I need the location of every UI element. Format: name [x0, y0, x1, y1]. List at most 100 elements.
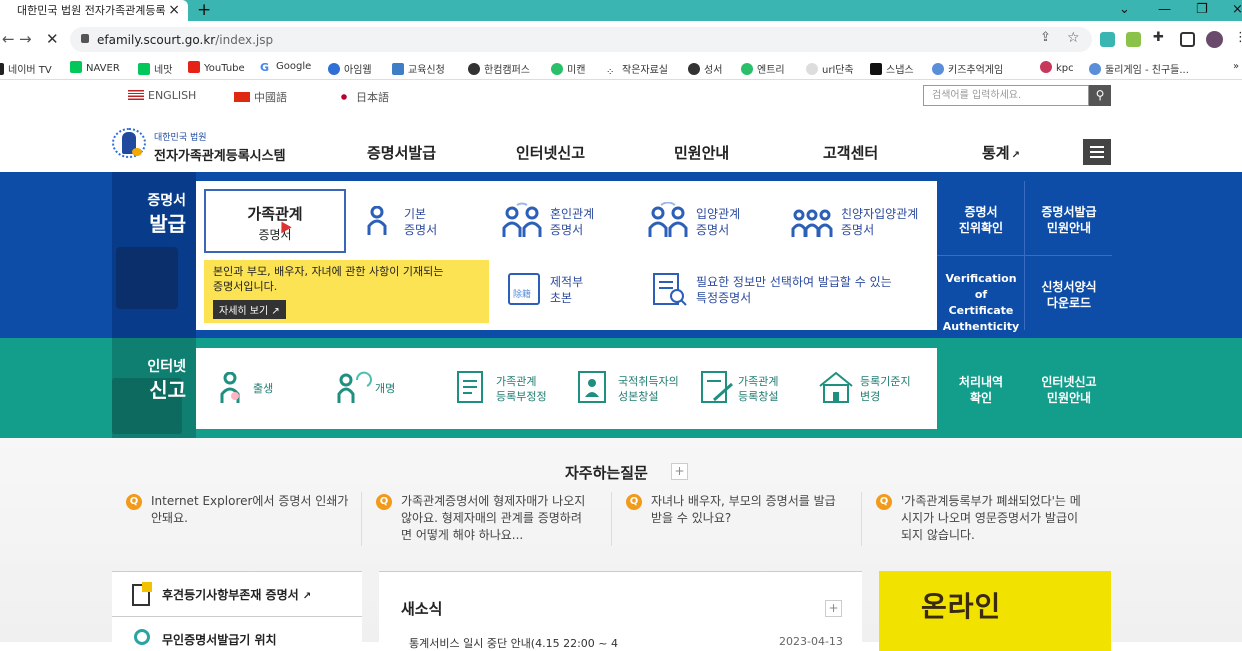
bookmark-item[interactable]: 네이버 TV — [0, 61, 52, 76]
court-emblem-icon — [112, 126, 148, 160]
cert-title-small: 증명서 — [147, 193, 186, 209]
search-icon[interactable]: ⚲ — [1089, 85, 1111, 106]
kiosk-location-link[interactable]: 무인증명서발급기 위치 — [112, 617, 362, 647]
close-tab-icon[interactable]: × — [168, 0, 180, 21]
online-banner[interactable]: 온라인 — [879, 571, 1111, 651]
marriage-cert[interactable]: 혼인관계 증명서 — [550, 206, 594, 238]
couple-icon — [502, 202, 542, 237]
forward-icon[interactable]: → — [19, 30, 32, 48]
adoption-cert[interactable]: 입양관계 증명서 — [696, 206, 740, 238]
bookmark-item[interactable]: 둘리게임 - 친구들... — [1089, 61, 1189, 76]
nav-customer[interactable]: 고객센터 — [823, 142, 878, 163]
removed-register-icon: 除籍 — [508, 273, 540, 305]
bookmark-item[interactable]: 미캔 — [551, 61, 585, 76]
guardian-cert-link[interactable]: 후견등기사항부존재 증명서 ↗ — [112, 571, 362, 617]
specific-cert[interactable]: 필요한 정보만 선택하여 발급할 수 있는 특정증명서 — [696, 274, 892, 306]
stop-icon[interactable]: ✕ — [46, 30, 59, 48]
report-civil-guide-button[interactable]: 인터넷신고 민원안내 — [1030, 374, 1108, 406]
document-icon — [132, 582, 152, 606]
lang-japanese[interactable]: 日本語 — [336, 89, 389, 105]
faq-more-icon[interactable]: + — [671, 463, 688, 480]
share-icon[interactable]: ⇪ — [1040, 30, 1051, 45]
puzzle-icon[interactable]: ✚ — [1153, 30, 1164, 45]
register-creation[interactable]: 가족관계 등록창설 — [738, 374, 778, 404]
adoption-icon — [648, 202, 688, 237]
house-icon — [819, 371, 853, 403]
bookmark-item[interactable]: 교육신청 — [392, 61, 445, 76]
question-icon: Q — [126, 494, 142, 510]
extension-icon[interactable] — [1126, 32, 1141, 47]
avatar[interactable] — [1206, 31, 1223, 48]
browser-tab[interactable]: 대한민국 법원 전자가족관계등록 × — [0, 0, 188, 21]
lang-chinese[interactable]: 中國語 — [234, 89, 287, 105]
us-flag-icon — [128, 90, 144, 100]
bookmark-item[interactable]: ⁘ 작은자료실 — [606, 61, 668, 79]
bookmark-item[interactable]: G Google — [260, 61, 311, 74]
faq-item[interactable]: 가족관계증명서에 형제자매가 나오지 않아요. 형제자매의 관계를 증명하려 면 어… — [401, 493, 585, 544]
bookmark-item[interactable]: 스냅스 — [870, 61, 914, 76]
minimize-icon[interactable]: — — [1158, 0, 1171, 19]
svg-text:除籍: 除籍 — [513, 288, 531, 300]
report-title-small: 인터넷 — [147, 359, 186, 375]
verification-en-button[interactable]: Verification of Certificate Authenticity — [941, 271, 1021, 335]
bookmark-item[interactable]: url단축 — [806, 61, 854, 76]
full-adoption-cert[interactable]: 친양자입양관계 증명서 — [841, 206, 918, 238]
maximize-icon[interactable]: ❐ — [1196, 0, 1208, 19]
cert-verify-button[interactable]: 증명서 진위확인 — [944, 204, 1018, 236]
faq-item[interactable]: Internet Explorer에서 증명서 인쇄가 안돼요. — [151, 493, 348, 527]
bookmark-item[interactable]: NAVER — [70, 61, 120, 74]
surname-creation[interactable]: 국적취득자의 성본창설 — [618, 374, 679, 404]
news-item[interactable]: 통계서비스 일시 중단 안내(4.15 22:00 ~ 4 — [409, 635, 618, 651]
sidepanel-icon[interactable] — [1180, 32, 1195, 47]
basic-cert[interactable]: 기본 증명서 — [404, 206, 437, 238]
nav-certificate[interactable]: 증명서발급 — [367, 142, 436, 163]
bookmark-item[interactable]: 아임웹 — [328, 61, 372, 76]
register-correction[interactable]: 가족관계 등록부정정 — [496, 374, 547, 404]
bookmark-item[interactable]: 성서 — [688, 61, 722, 76]
star-icon[interactable]: ☆ — [1067, 30, 1080, 46]
back-icon[interactable]: ← — [2, 30, 15, 48]
bookmark-item[interactable]: 엔트리 — [741, 61, 785, 76]
logo-title: 전자가족관계등록시스템 — [154, 149, 286, 164]
external-link-icon: ↗ — [1011, 150, 1020, 161]
divider — [1024, 181, 1025, 330]
divider — [361, 492, 362, 546]
bookmark-item[interactable]: kpc — [1040, 61, 1074, 74]
menu-icon[interactable]: ⋮ — [1234, 30, 1242, 45]
cert-civil-guide-button[interactable]: 증명서발급 민원안내 — [1030, 204, 1108, 236]
url-text[interactable]: efamily.scourt.go.kr/index.jsp — [97, 33, 273, 47]
register-creation-icon — [701, 371, 733, 403]
nav-report[interactable]: 인터넷신고 — [516, 142, 585, 163]
hamburger-menu-icon[interactable] — [1083, 139, 1111, 165]
report-title-large: 신고 — [149, 378, 186, 402]
reference-place-change[interactable]: 등록기준지 변경 — [860, 374, 911, 404]
nav-civil[interactable]: 민원안내 — [674, 142, 729, 163]
news-more-icon[interactable]: + — [825, 600, 842, 617]
nav-stats[interactable]: 통계 ↗ — [982, 142, 1020, 163]
bookmark-item[interactable]: YouTube — [188, 61, 245, 74]
faq-item[interactable]: '가족관계등록부가 폐쇄되었다'는 메 시지가 나오며 영문증명서가 발급이 되지 … — [901, 493, 1081, 544]
rename-report[interactable]: 개명 — [375, 381, 395, 396]
bookmark-item[interactable]: 네맛 — [138, 61, 172, 76]
more-bookmarks-icon[interactable]: » — [1233, 61, 1239, 72]
family-relation-cert[interactable]: 가족관계 증명서 — [204, 189, 346, 253]
process-history-button[interactable]: 처리내역 확인 — [944, 374, 1018, 406]
extension-icon[interactable] — [1100, 32, 1115, 47]
external-link-icon: ↗ — [271, 306, 280, 317]
tab-title: 대한민국 법원 전자가족관계등록 — [17, 4, 166, 17]
birth-report[interactable]: 출생 — [253, 381, 273, 396]
window-close-icon[interactable]: × — [1232, 0, 1242, 19]
faq-item[interactable]: 자녀나 배우자, 부모의 증명서를 발급 받을 수 있나요? — [651, 493, 836, 527]
more-info-button[interactable]: 자세히 보기 ↗ — [213, 300, 286, 319]
bookmark-item[interactable]: 한컴캠퍼스 — [468, 61, 530, 76]
new-tab-icon[interactable]: + — [197, 0, 211, 20]
form-download-button[interactable]: 신청서양식 다운로드 — [1030, 279, 1108, 311]
question-icon: Q — [376, 494, 392, 510]
removed-register-extract[interactable]: 제적부 초본 — [550, 274, 583, 306]
tab-search-icon[interactable]: ⌄ — [1119, 0, 1130, 19]
bookmark-item[interactable]: 키즈추억게임 — [932, 61, 1003, 76]
lang-english[interactable]: ENGLISH — [128, 89, 196, 102]
search-input[interactable]: 검색어를 입력하세요. — [923, 85, 1089, 106]
rename-icon — [337, 371, 372, 403]
jp-flag-icon — [336, 92, 352, 102]
